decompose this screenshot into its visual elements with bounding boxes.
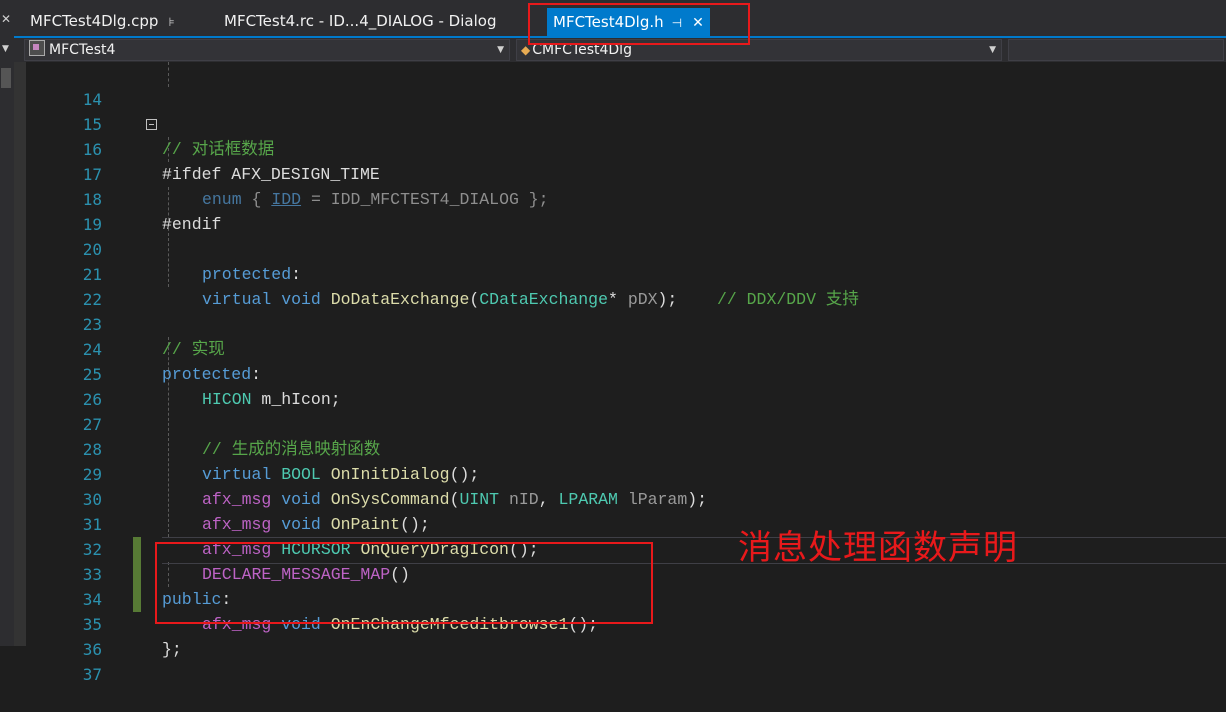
project-name: MFCTest4 (49, 42, 116, 58)
code-line: 37 (14, 637, 1226, 684)
code-line: 32 DECLARE_MESSAGE_MAP() (14, 512, 1226, 584)
left-panel-strip: ✕ ▼ (0, 0, 14, 646)
code-line: 20 protected: (14, 212, 1226, 284)
code-line: 23 // 实现 (14, 287, 1226, 359)
code-line: 17 enum { IDD = IDD_MFCTEST4_DIALOG }; (14, 137, 1226, 209)
tab-label: MFCTest4.rc - ID...4_DIALOG - Dialog (224, 12, 497, 30)
chevron-down-icon[interactable]: ▼ (2, 44, 9, 54)
class-icon: ◆ (521, 43, 531, 57)
code-line: 19 (14, 187, 1226, 234)
close-icon[interactable]: ✕ (1, 12, 11, 26)
tab-label: MFCTest4Dlg.cpp (30, 12, 159, 30)
line-number: 37 (82, 665, 102, 684)
code-line: 26 (14, 362, 1226, 409)
pin-icon[interactable]: ⊧ (168, 15, 174, 29)
scroll-thumb[interactable] (1, 68, 11, 88)
code-line: 31 afx_msg HCURSOR OnQueryDragIcon(); (14, 487, 1226, 559)
highlight-box-code (155, 542, 653, 624)
code-line: 14 (14, 62, 1226, 109)
chevron-down-icon[interactable]: ▼ (989, 40, 996, 60)
chevron-down-icon[interactable]: ▼ (497, 40, 504, 60)
code-line: 22 (14, 262, 1226, 309)
code-line: 21 virtual void DoDataExchange(CDataExch… (14, 237, 1226, 309)
tab-mfctest4-rc[interactable]: MFCTest4.rc - ID...4_DIALOG - Dialog (224, 0, 496, 38)
project-icon (29, 40, 45, 56)
tab-mfctest4dlg-cpp[interactable]: MFCTest4Dlg.cpp ⊧ (30, 0, 175, 38)
code-line: 29 afx_msg void OnSysCommand(UINT nID, L… (14, 437, 1226, 509)
code-line: 24 protected: (14, 312, 1226, 384)
code-line: 27 // 生成的消息映射函数 (14, 387, 1226, 459)
code-line: 15 // 对话框数据 (14, 87, 1226, 159)
code-line: 25 HICON m_hIcon; (14, 337, 1226, 409)
code-line: 16 #ifdef AFX_DESIGN_TIME (14, 112, 1226, 184)
code-line: 30 afx_msg void OnPaint(); (14, 462, 1226, 534)
highlight-box-tab (528, 3, 750, 45)
project-dropdown[interactable]: MFCTest4 ▼ (24, 39, 510, 61)
member-dropdown[interactable] (1008, 39, 1224, 61)
annotation-label: 消息处理函数声明 (738, 528, 1018, 568)
code-line: 18 #endif (14, 162, 1226, 234)
code-line: 28 virtual BOOL OnInitDialog(); (14, 412, 1226, 484)
